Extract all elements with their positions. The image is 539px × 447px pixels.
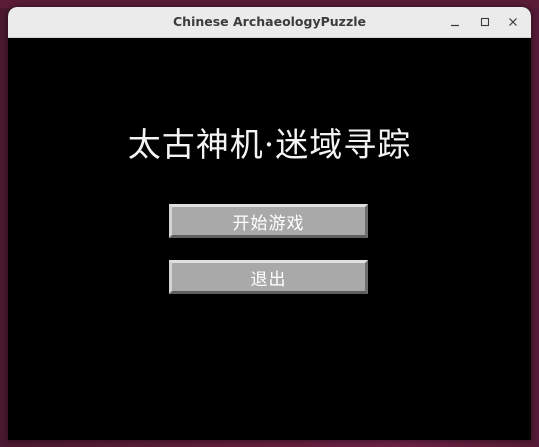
minimize-icon	[450, 17, 460, 27]
window-titlebar[interactable]: Chinese ArchaeologyPuzzle	[8, 7, 531, 38]
app-window: Chinese ArchaeologyPuzzle 太古神机·迷域寻踪 开始游戏…	[8, 7, 531, 440]
game-canvas[interactable]: 太古神机·迷域寻踪 开始游戏 退出	[8, 38, 531, 440]
maximize-button[interactable]	[475, 12, 495, 32]
game-title: 太古神机·迷域寻踪	[127, 125, 412, 164]
start-game-button[interactable]: 开始游戏	[169, 204, 368, 238]
close-icon	[508, 17, 518, 27]
minimize-button[interactable]	[445, 12, 465, 32]
close-button[interactable]	[503, 12, 523, 32]
maximize-icon	[480, 17, 490, 27]
exit-button[interactable]: 退出	[169, 260, 368, 294]
